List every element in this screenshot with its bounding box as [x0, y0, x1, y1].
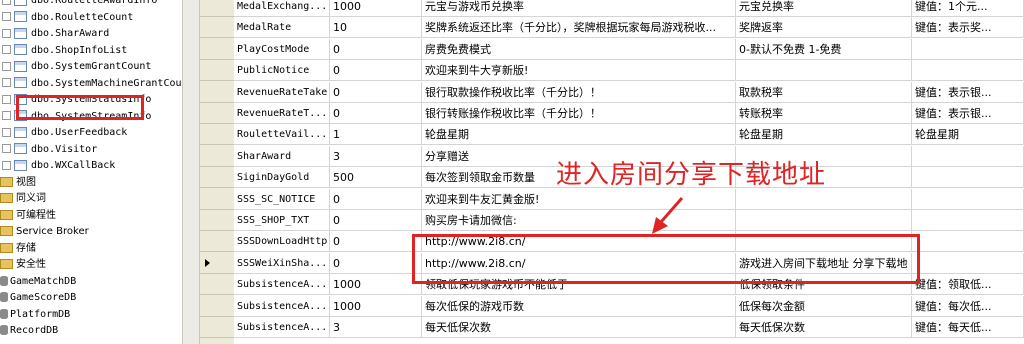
- annotation-arrow: [652, 197, 684, 234]
